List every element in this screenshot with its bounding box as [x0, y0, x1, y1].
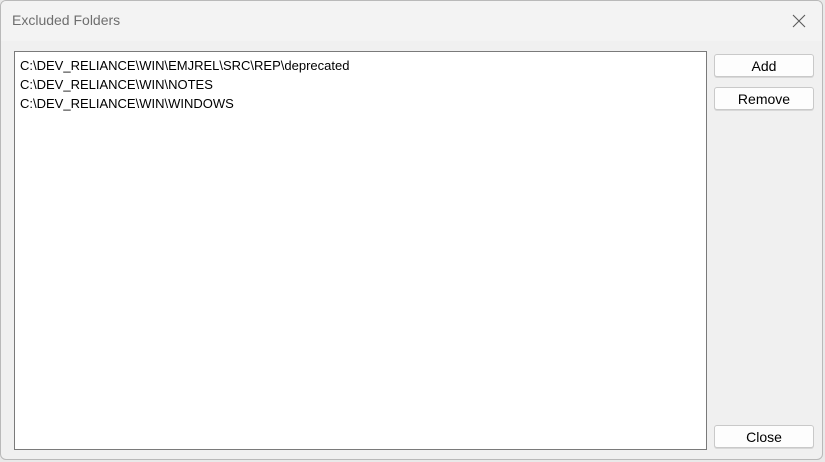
- excluded-folders-dialog: Excluded Folders C:\DEV_RELIANCE\WIN\EMJ…: [0, 0, 823, 460]
- add-button[interactable]: Add: [714, 54, 814, 77]
- close-icon: [792, 14, 806, 28]
- remove-button[interactable]: Remove: [714, 87, 814, 110]
- list-item[interactable]: C:\DEV_RELIANCE\WIN\WINDOWS: [20, 94, 701, 113]
- window-close-button[interactable]: [776, 1, 822, 41]
- list-item[interactable]: C:\DEV_RELIANCE\WIN\EMJREL\SRC\REP\depre…: [20, 56, 701, 75]
- title-bar: Excluded Folders: [1, 1, 822, 41]
- window-title: Excluded Folders: [12, 12, 121, 28]
- close-button[interactable]: Close: [714, 425, 814, 448]
- list-item[interactable]: C:\DEV_RELIANCE\WIN\NOTES: [20, 75, 701, 94]
- excluded-folders-list[interactable]: C:\DEV_RELIANCE\WIN\EMJREL\SRC\REP\depre…: [14, 51, 707, 450]
